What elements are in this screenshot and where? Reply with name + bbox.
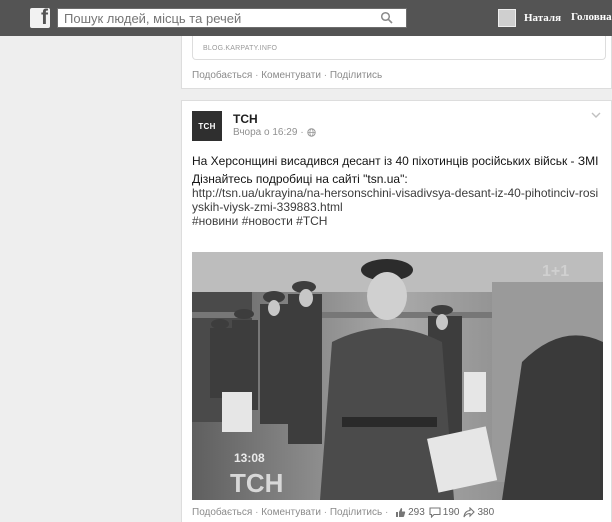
shares-counter[interactable]: 380 — [463, 507, 494, 518]
globe-icon — [307, 128, 316, 137]
profile-link[interactable]: Наталя — [498, 9, 561, 27]
home-link[interactable]: Головна — [571, 11, 612, 23]
search-box — [57, 8, 407, 28]
shares-count: 380 — [477, 507, 495, 518]
likes-counter[interactable]: 293 — [395, 507, 425, 518]
top-navigation-bar: f Наталя Головна — [0, 0, 612, 36]
soldiers-photo-image: 13:08 ТСН 1+1 — [192, 252, 603, 500]
page-avatar[interactable]: ТСН — [192, 111, 222, 141]
share-link[interactable]: Поділитись — [330, 507, 382, 518]
link-source: BLOG.KARPATY.INFO — [203, 45, 278, 52]
post-card: ТСН ТСН Вчора о 16:29 · На Херсонщині ви… — [181, 100, 612, 522]
comment-bubble-icon — [429, 507, 441, 518]
chevron-down-icon[interactable] — [591, 111, 601, 119]
post-headline: На Херсонщині висадився десант із 40 піх… — [192, 154, 599, 168]
post-timestamp-row: Вчора о 16:29 · — [233, 127, 316, 138]
share-arrow-icon — [463, 507, 476, 518]
likes-count: 293 — [408, 507, 425, 518]
post-details-line: Дізнайтесь подробиці на сайті "tsn.ua": — [192, 172, 408, 186]
post-photo[interactable]: 13:08 ТСН 1+1 — [192, 252, 603, 500]
search-input[interactable] — [58, 9, 380, 27]
comment-link[interactable]: Коментувати — [261, 507, 321, 518]
post-actions: Подобається · Коментувати · Поділитись — [192, 70, 383, 81]
shared-link-preview[interactable]: BLOG.KARPATY.INFO — [192, 36, 606, 60]
post-author[interactable]: ТСН — [233, 112, 258, 126]
post-time[interactable]: Вчора о 16:29 — [233, 127, 297, 138]
comments-count: 190 — [442, 507, 460, 518]
post-hashtags[interactable]: #новини #новости #ТСН — [192, 214, 602, 228]
post-url-link[interactable]: http://tsn.ua/ukrayina/na-hersonschini-v… — [192, 186, 602, 214]
share-link[interactable]: Поділитись — [330, 70, 382, 81]
photo-logo-overlay: ТСН — [230, 468, 283, 498]
post-text: На Херсонщині висадився десант із 40 піх… — [192, 154, 602, 228]
facebook-logo-icon[interactable]: f — [30, 6, 50, 29]
search-icon[interactable] — [380, 11, 394, 25]
user-name: Наталя — [524, 12, 562, 24]
photo-time-overlay: 13:08 — [234, 451, 265, 465]
like-link[interactable]: Подобається — [192, 70, 252, 81]
like-link[interactable]: Подобається — [192, 507, 252, 518]
thumbs-up-icon — [396, 508, 406, 517]
user-avatar — [498, 9, 516, 27]
comment-link[interactable]: Коментувати — [261, 70, 321, 81]
comments-counter[interactable]: 190 — [429, 507, 460, 518]
previous-post-card: BLOG.KARPATY.INFO Подобається · Коментув… — [181, 36, 612, 89]
photo-channel-overlay: 1+1 — [542, 263, 569, 280]
post-actions: Подобається · Коментувати · Поділитись ·… — [192, 507, 495, 518]
